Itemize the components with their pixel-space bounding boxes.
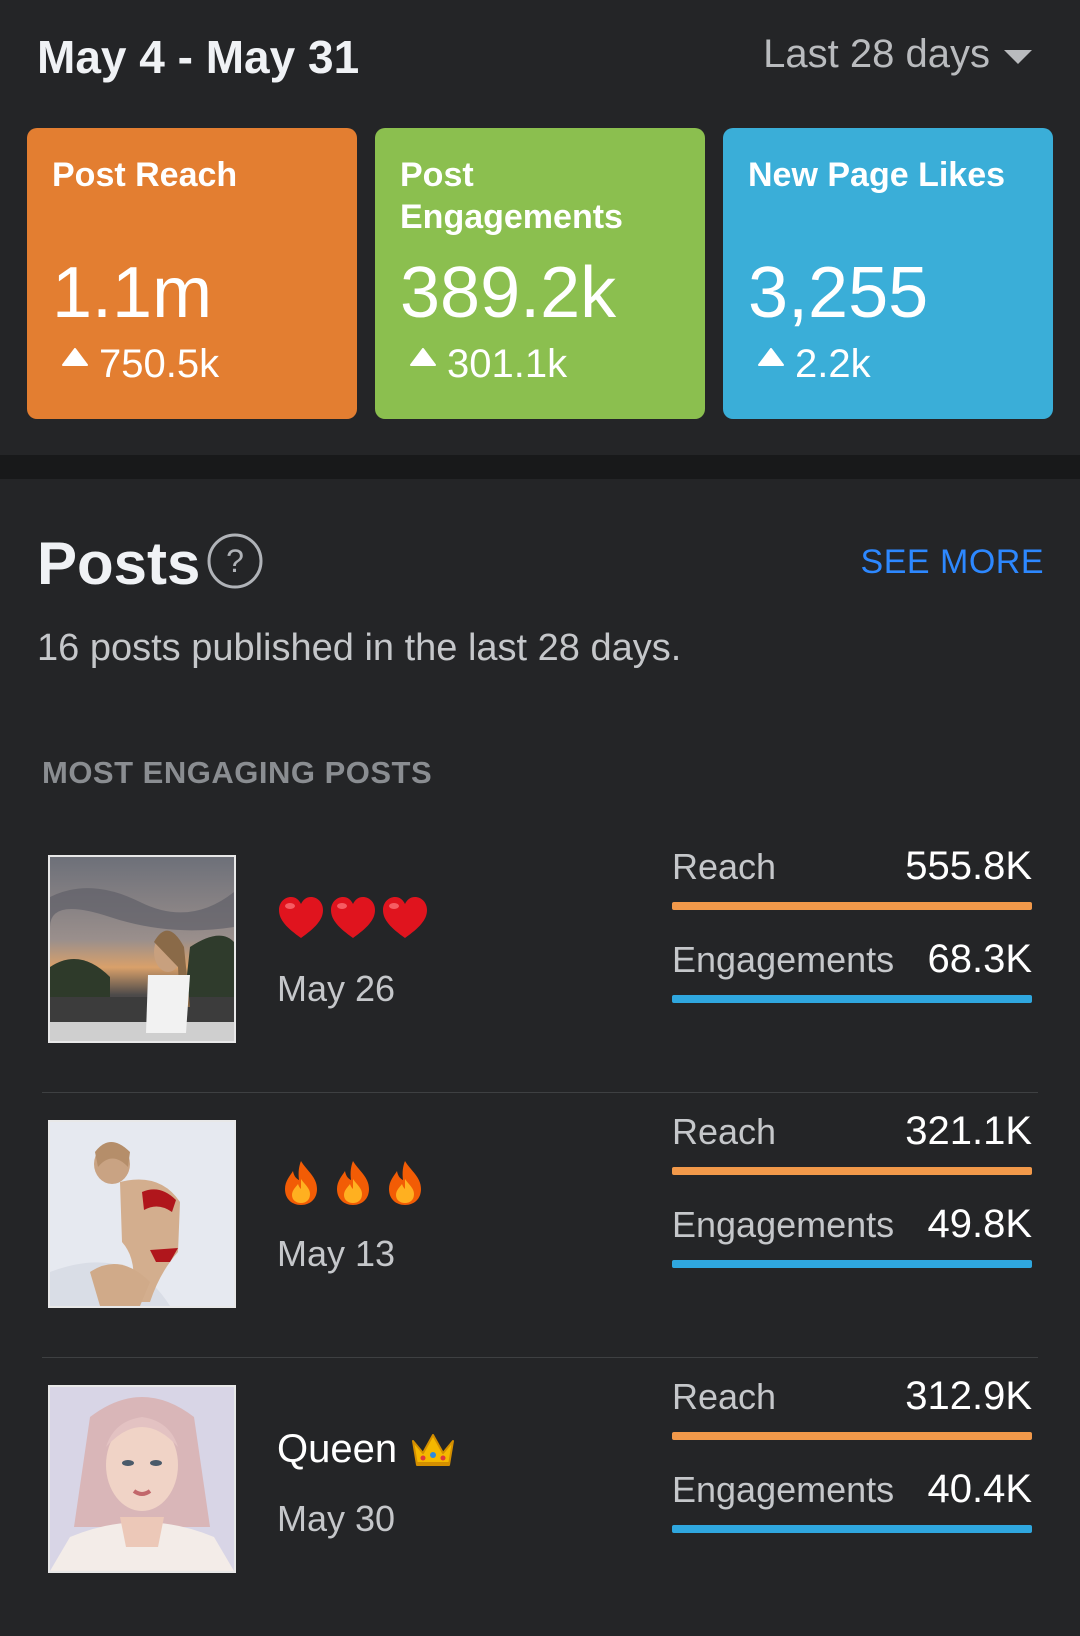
engagements-label: Engagements: [672, 1204, 895, 1245]
card-delta: 2.2k: [758, 340, 871, 388]
reach-bar: [672, 1432, 1032, 1440]
reach-value: 555.8K: [905, 844, 1032, 888]
post-title-text: Queen: [277, 1427, 398, 1471]
crown-icon: [412, 1434, 455, 1466]
period-selector[interactable]: Last 28 days: [763, 32, 1032, 77]
post-reach-card[interactable]: Post Reach 1.1m 750.5k: [27, 128, 357, 419]
period-label: Last 28 days: [763, 32, 990, 76]
post-thumbnail[interactable]: [48, 855, 236, 1043]
arrow-up-icon: [410, 348, 436, 366]
reach-value: 312.9K: [905, 1374, 1032, 1418]
card-value: 3,255: [748, 253, 929, 333]
engagements-metric: Engagements 68.3K: [672, 937, 1032, 1011]
post-date: May 26: [277, 968, 396, 1009]
fire-icon: [389, 1161, 421, 1205]
reach-bar: [672, 902, 1032, 910]
section-heading: MOST ENGAGING POSTS: [42, 755, 433, 790]
reach-label: Reach: [672, 846, 777, 887]
sunset-photo: [50, 857, 234, 1041]
engagements-value: 40.4K: [927, 1467, 1032, 1511]
post-date: May 13: [277, 1233, 396, 1274]
post-title: [277, 1159, 429, 1207]
card-label: Post Engagements: [400, 156, 623, 236]
sheet-photo: [50, 1122, 234, 1306]
new-page-likes-card[interactable]: New Page Likes 3,255 2.2k: [723, 128, 1053, 419]
date-range: May 4 - May 31: [37, 31, 360, 83]
card-delta: 750.5k: [62, 340, 219, 388]
reach-metric: Reach 555.8K: [672, 844, 1032, 918]
help-icon[interactable]: ?: [207, 533, 263, 589]
reach-bar: [672, 1167, 1032, 1175]
heart-icon: [279, 897, 323, 938]
arrow-up-icon: [758, 348, 784, 366]
posts-summary: 16 posts published in the last 28 days.: [37, 627, 682, 669]
card-value: 389.2k: [400, 253, 617, 333]
portrait-photo: [50, 1387, 234, 1571]
engagements-label: Engagements: [672, 1469, 895, 1510]
caret-down-icon: [1004, 49, 1032, 64]
heart-icon: [383, 897, 427, 938]
engagements-value: 49.8K: [927, 1202, 1032, 1246]
fire-icon: [285, 1161, 317, 1205]
card-label: Post Reach: [52, 156, 238, 194]
engagements-metric: Engagements 49.8K: [672, 1202, 1032, 1276]
post-title: [277, 894, 429, 942]
see-more-link[interactable]: SEE MORE: [861, 543, 1044, 582]
engagements-metric: Engagements 40.4K: [672, 1467, 1032, 1541]
engagements-label: Engagements: [672, 939, 895, 980]
svg-text:?: ?: [226, 543, 244, 579]
post-thumbnail[interactable]: [48, 1385, 236, 1573]
post-title: Queen: [277, 1424, 457, 1474]
reach-label: Reach: [672, 1376, 777, 1417]
reach-metric: Reach 312.9K: [672, 1374, 1032, 1448]
card-delta-value: 750.5k: [99, 342, 220, 386]
post-thumbnail[interactable]: [48, 1120, 236, 1308]
card-delta: 301.1k: [410, 340, 567, 388]
post-row[interactable]: May 26 Reach 555.8K Engagements 68.3K: [0, 828, 1080, 1093]
card-delta-value: 2.2k: [795, 342, 871, 386]
fire-icon: [337, 1161, 369, 1205]
card-value: 1.1m: [52, 253, 213, 333]
reach-metric: Reach 321.1K: [672, 1109, 1032, 1183]
heart-icon: [331, 897, 375, 938]
post-row[interactable]: Queen May 30 Reach 312.9K Engagements 40…: [0, 1358, 1080, 1623]
engagements-bar: [672, 995, 1032, 1003]
reach-value: 321.1K: [905, 1109, 1032, 1153]
posts-title: Posts: [37, 530, 201, 597]
post-engagements-card[interactable]: Post Engagements 389.2k 301.1k: [375, 128, 705, 419]
post-date: May 30: [277, 1498, 396, 1539]
card-delta-value: 301.1k: [447, 342, 568, 386]
engagements-value: 68.3K: [927, 937, 1032, 981]
posts-section: Posts ? SEE MORE 16 posts published in t…: [0, 479, 1080, 1636]
post-row[interactable]: May 13 Reach 321.1K Engagements 49.8K: [0, 1093, 1080, 1358]
reach-label: Reach: [672, 1111, 777, 1152]
summary-header: May 4 - May 31 Last 28 days Post Reach 1…: [0, 0, 1080, 455]
card-label: New Page Likes: [748, 156, 1006, 194]
section-divider: [0, 455, 1080, 479]
summary-cards: Post Reach 1.1m 750.5k Post Engagements …: [27, 128, 1053, 419]
arrow-up-icon: [62, 348, 88, 366]
engagements-bar: [672, 1525, 1032, 1533]
engagements-bar: [672, 1260, 1032, 1268]
